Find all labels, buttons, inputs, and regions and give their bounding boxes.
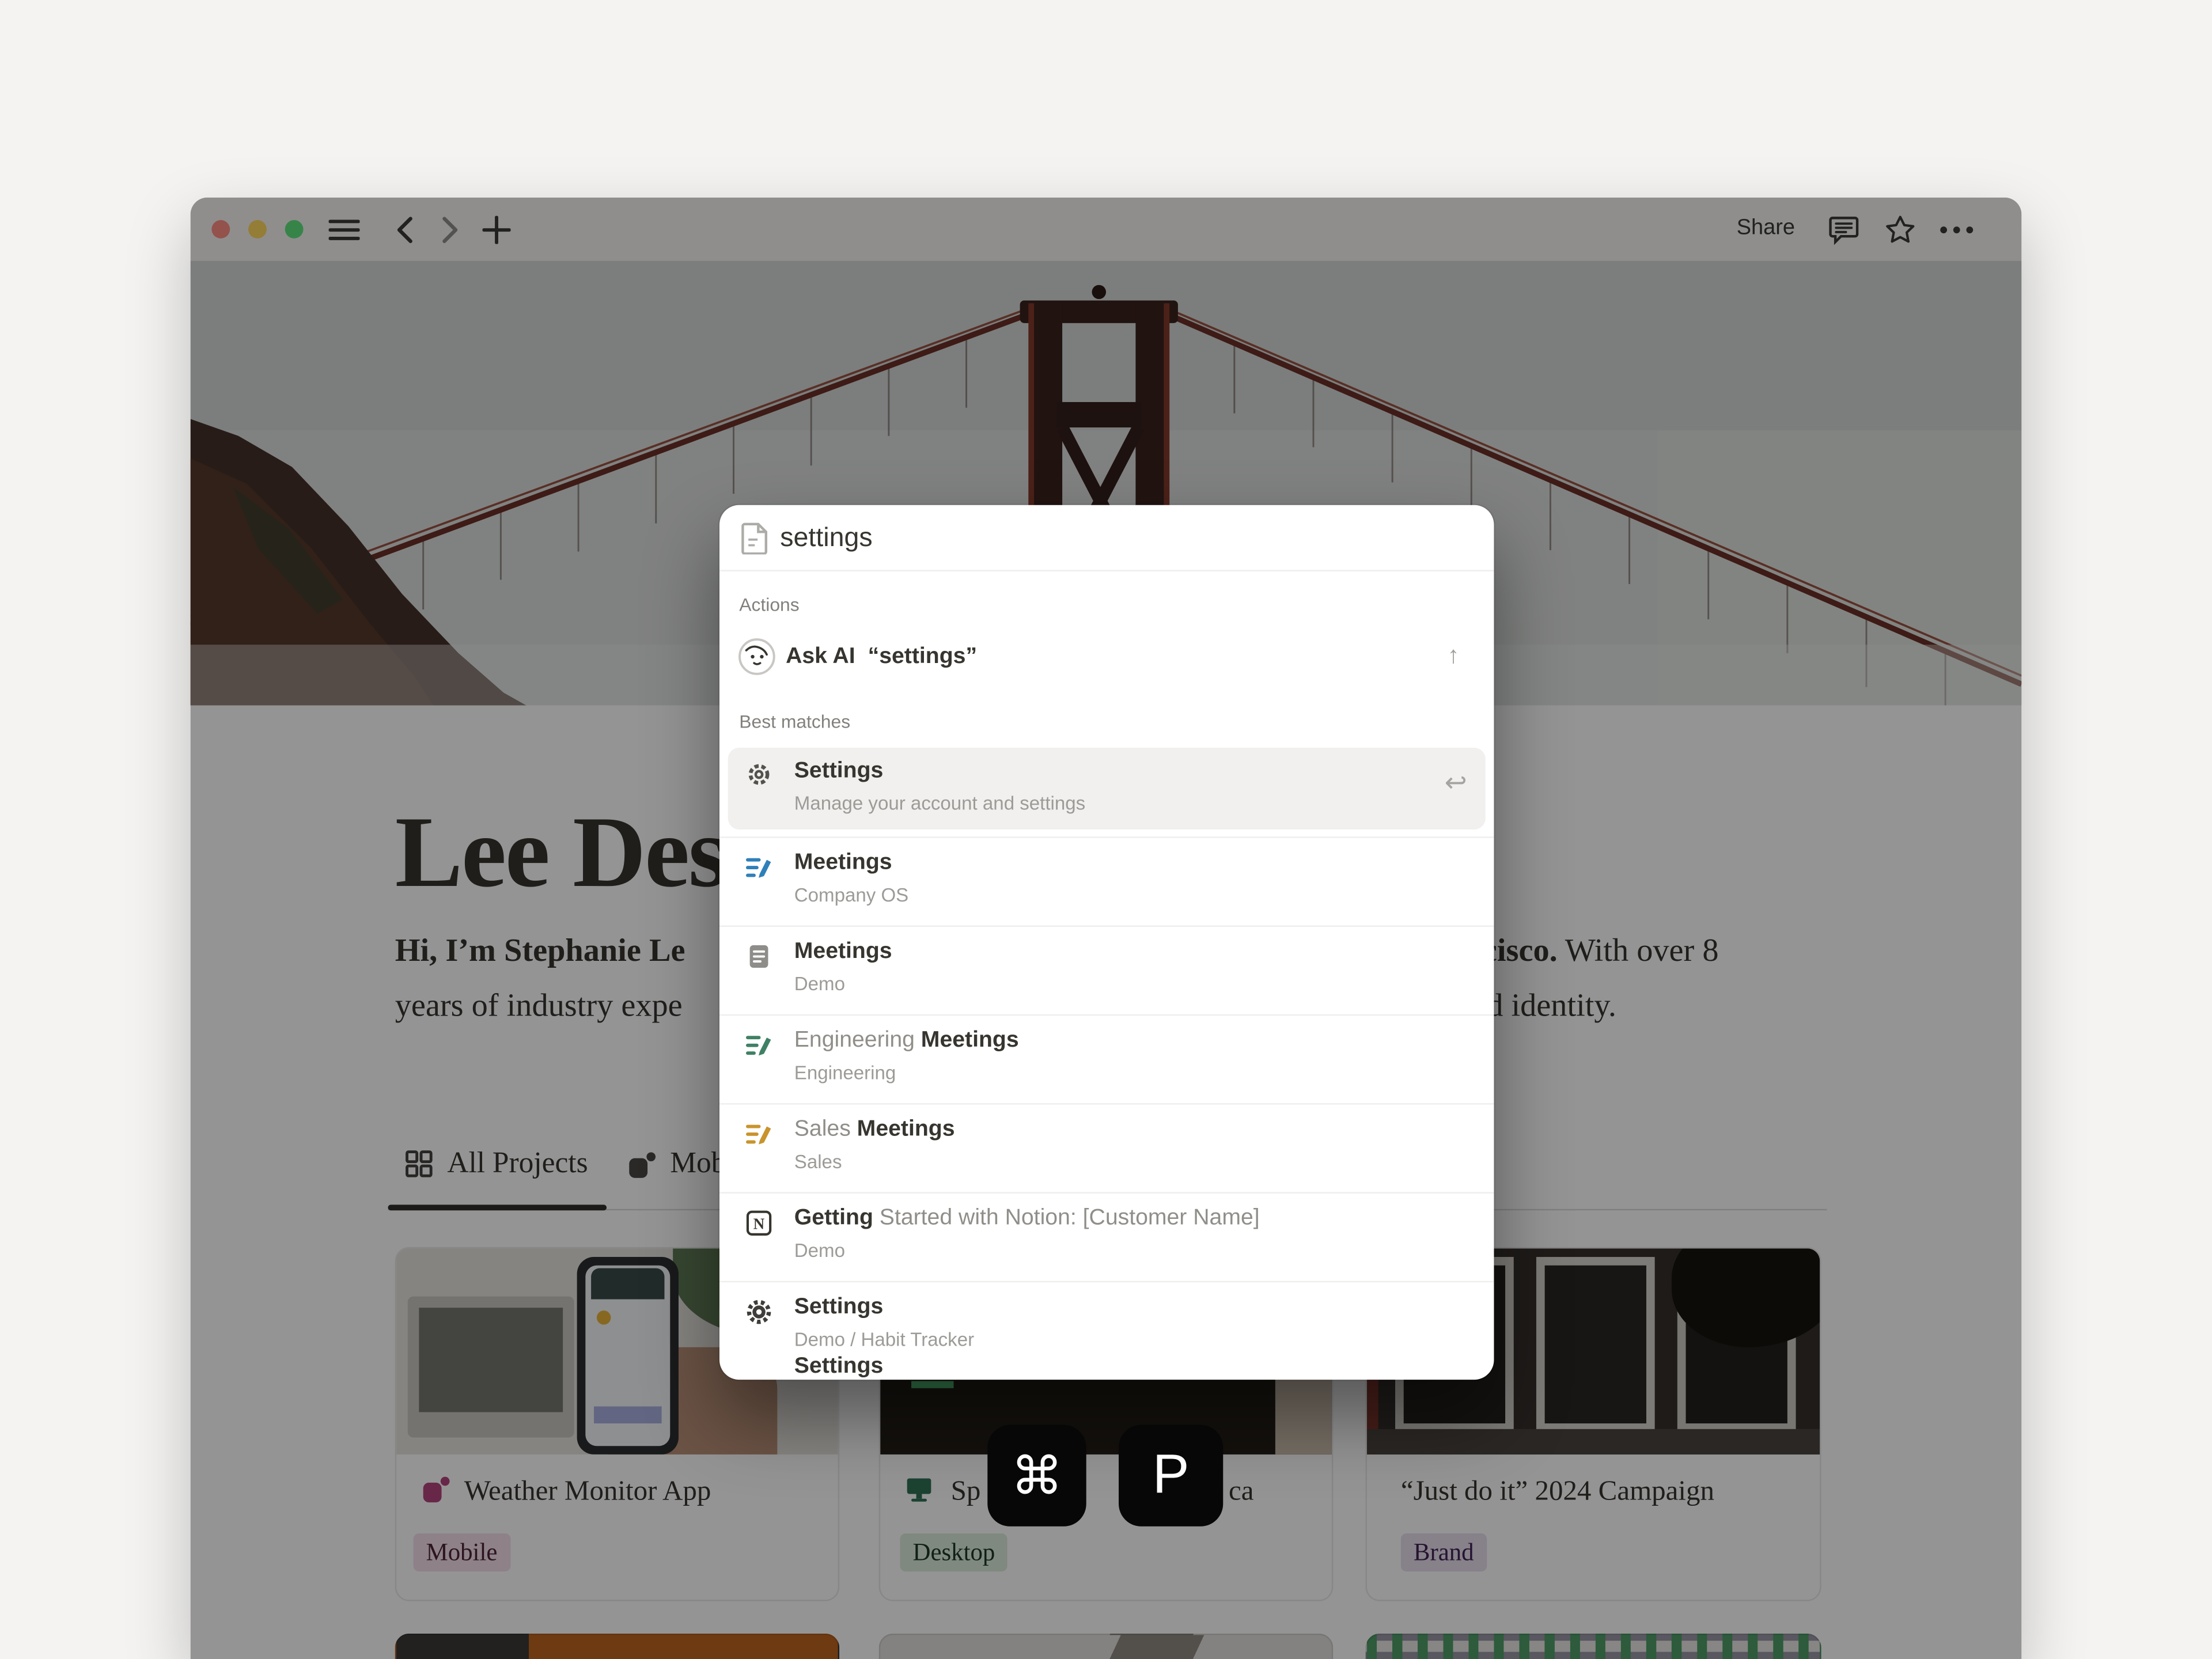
screen: Share [0,0,2212,1659]
meeting-notes-icon [745,854,773,882]
ask-ai-prefix: Ask AI [786,645,855,669]
arrow-up-icon: ↑ [1448,642,1460,670]
result-subtitle: Manage your account and settings [794,793,1085,814]
cmd-key: ⌘ [987,1425,1086,1526]
svg-text:N: N [753,1215,765,1233]
result-subtitle: Demo [794,974,845,995]
meeting-notes-icon [745,1031,773,1059]
search-input[interactable] [780,521,1443,558]
notion-ai-icon [738,638,776,676]
ask-ai-query: “settings” [868,645,977,669]
gear-outline-icon [745,760,773,789]
notion-logo-icon: N [745,1209,773,1237]
result-subtitle: Demo [794,1240,845,1262]
result-subtitle: Company OS [794,885,908,906]
p-key: P [1119,1425,1223,1526]
result-subtitle: Sales [794,1151,842,1172]
ask-ai-label: Ask AI “settings” [786,645,977,670]
document-icon [741,522,770,554]
actions-section-label: Actions [739,594,799,615]
meeting-notes-icon [745,1120,773,1148]
return-icon: ↩ [1445,767,1467,800]
result-subtitle: Engineering [794,1062,896,1084]
result-subtitle: Demo / Habit Tracker [794,1329,974,1350]
best-matches-section-label: Best matches [739,711,850,732]
quick-search-dialog: Actions Ask AI“settings” ↑ Best matches … [719,505,1494,1380]
notepad-icon [745,942,773,971]
gear-solid-icon [745,1298,773,1326]
